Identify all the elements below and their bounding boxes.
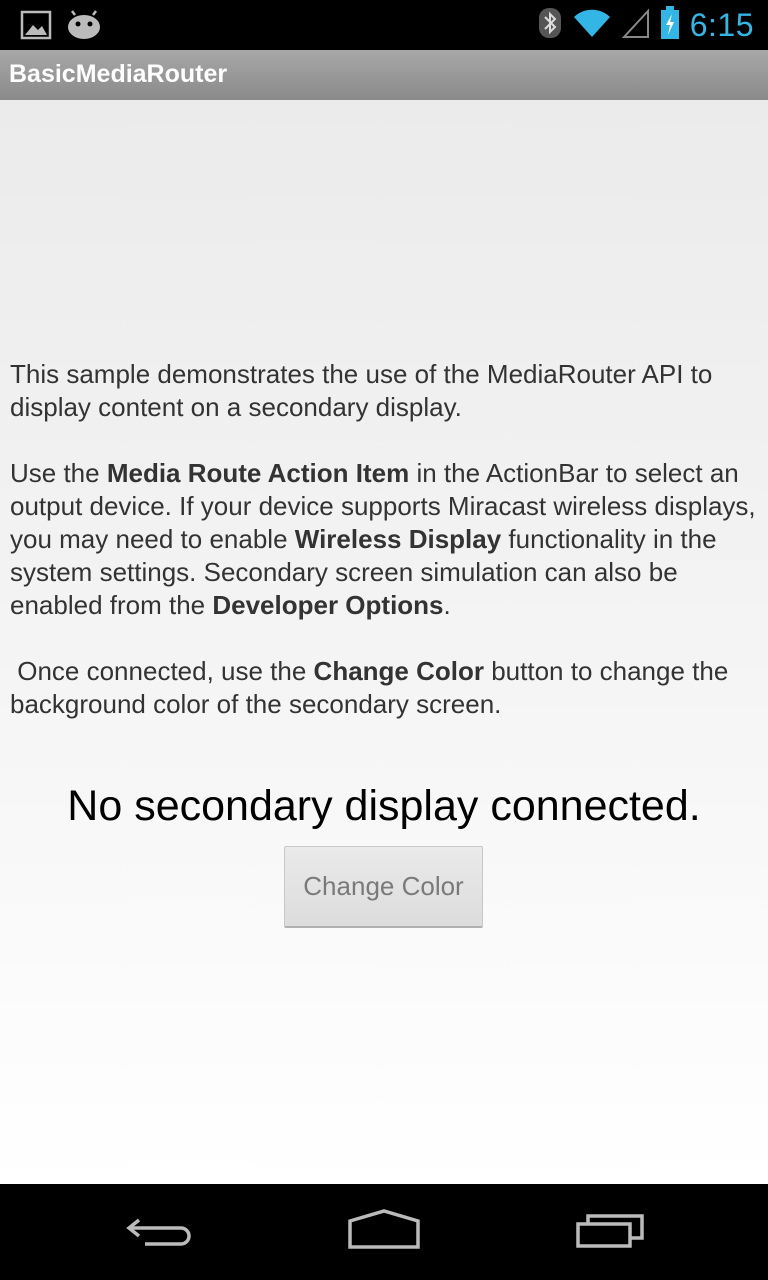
back-button[interactable] (115, 1204, 205, 1260)
bold-developer-options: Developer Options (212, 590, 444, 620)
navigation-bar (0, 1184, 768, 1280)
action-bar: BasicMediaRouter (0, 50, 768, 101)
intro-text: This sample demonstrates the use of the … (10, 359, 713, 422)
back-icon (125, 1210, 195, 1255)
bold-change-color: Change Color (313, 656, 484, 686)
signal-icon (621, 7, 650, 44)
battery-charging-icon (660, 5, 680, 45)
app-title: BasicMediaRouter (9, 60, 228, 88)
instructions-paragraph: Use the Media Route Action Item in the A… (10, 457, 762, 622)
text-span: Once connected, use the (10, 656, 314, 686)
image-icon (20, 9, 52, 46)
change-color-button[interactable]: Change Color (284, 846, 483, 928)
wifi-icon (572, 7, 612, 44)
home-button[interactable] (339, 1204, 429, 1260)
bold-wireless-display: Wireless Display (294, 524, 502, 554)
display-status-message: No secondary display connected. (67, 782, 701, 830)
android-icon (66, 9, 102, 46)
text-span: Use the (10, 458, 107, 488)
bluetooth-icon (538, 7, 562, 44)
intro-paragraph: This sample demonstrates the use of the … (10, 358, 762, 424)
connected-paragraph: Once connected, use the Change Color but… (10, 655, 762, 721)
text-span: . (443, 590, 451, 620)
bold-media-route-action-item: Media Route Action Item (106, 458, 410, 488)
recents-icon (574, 1210, 646, 1255)
home-icon (346, 1208, 422, 1256)
clock: 6:15 (689, 6, 754, 43)
recents-button[interactable] (565, 1204, 655, 1260)
main-content: This sample demonstrates the use of the … (0, 100, 768, 1184)
status-bar: 6:15 (0, 0, 768, 50)
description: This sample demonstrates the use of the … (10, 358, 762, 754)
